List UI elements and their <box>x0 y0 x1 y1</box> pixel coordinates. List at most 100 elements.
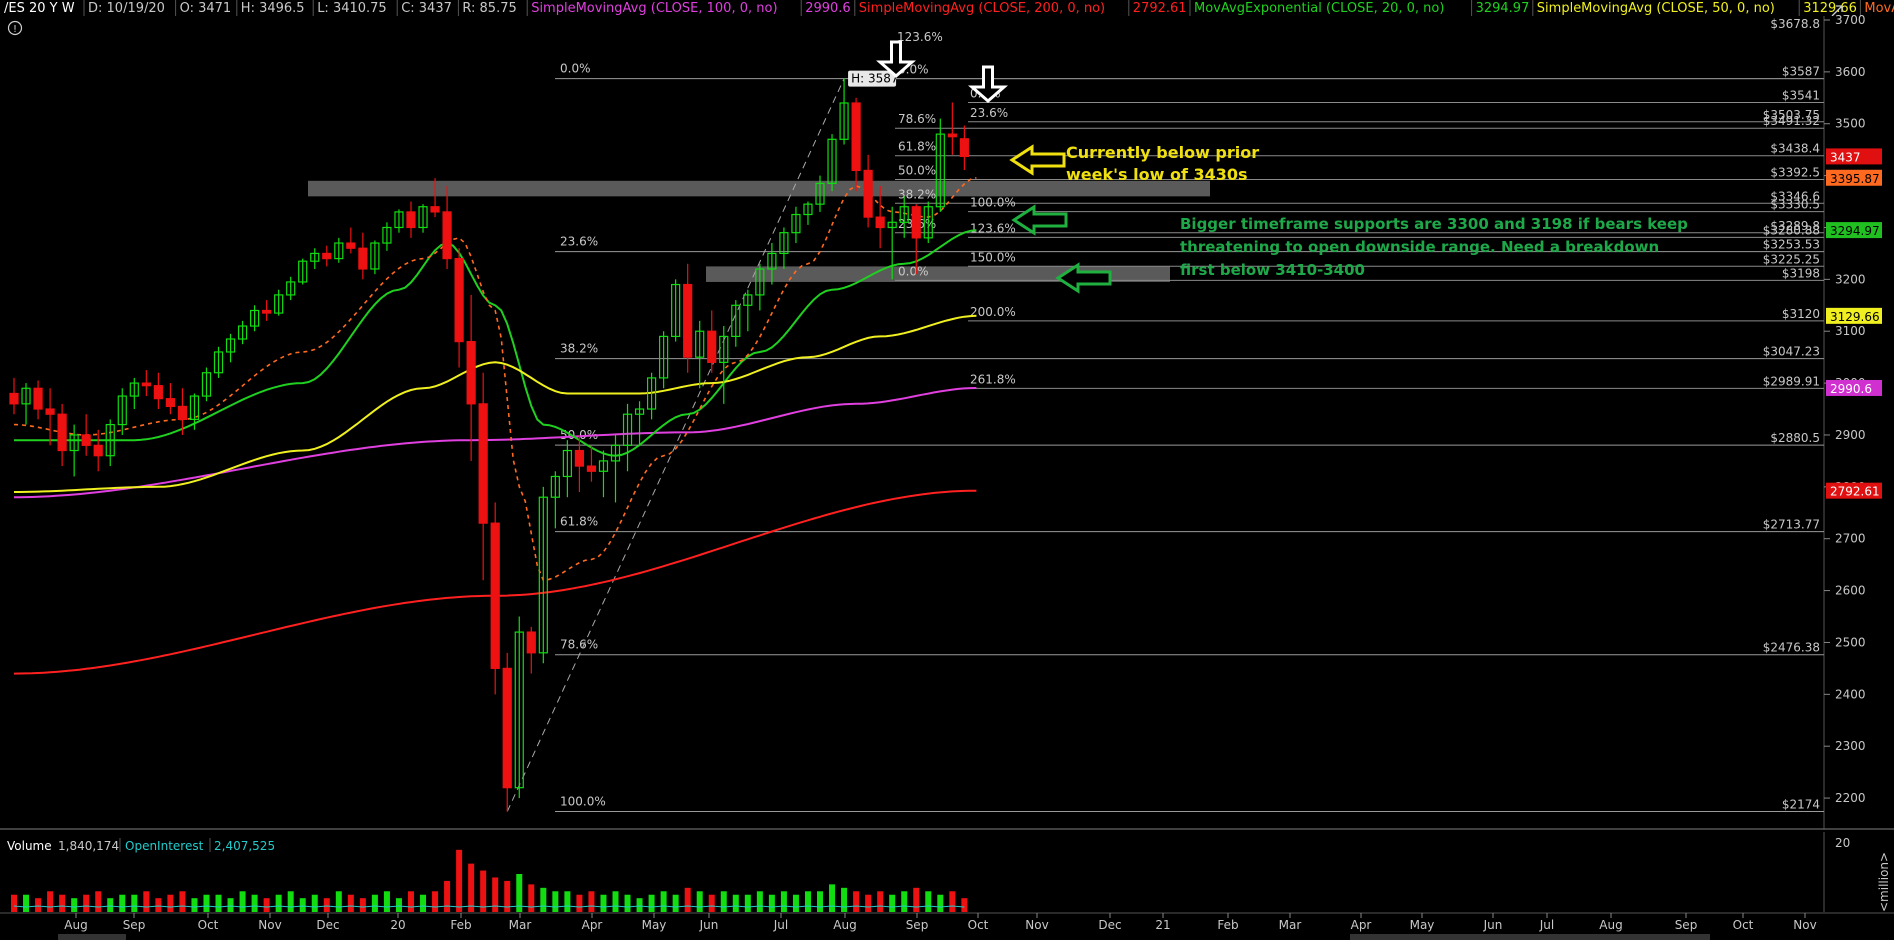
axis-price-badge-label: 3294.97 <box>1830 224 1880 238</box>
y-tick-label: 3100 <box>1835 324 1866 338</box>
price-level-label: $3541 <box>1782 88 1820 102</box>
price-level-label: $3047.23 <box>1763 345 1820 359</box>
volume-bar <box>780 891 787 912</box>
volume-bar <box>732 894 739 912</box>
volume-bar <box>155 898 162 912</box>
fib-sub-label: 50.0% <box>898 164 936 178</box>
volume-bar <box>528 884 535 912</box>
volume-bar <box>83 894 90 912</box>
volume-title: Volume <box>7 839 52 853</box>
volume-bar <box>47 891 54 912</box>
candle-body <box>851 102 861 172</box>
x-tick-label: Nov <box>1025 918 1048 932</box>
volume-bar <box>456 849 463 912</box>
header-item: SimpleMovingAvg (CLOSE, 100, 0, no) <box>531 1 777 16</box>
volume-bar <box>407 891 414 912</box>
volume-bar <box>804 891 811 912</box>
fib-ext-label: 100.0% <box>970 196 1016 210</box>
header-item: 2990.6 <box>805 1 851 16</box>
fib-ext-label: 150.0% <box>970 250 1016 264</box>
volume-bar <box>913 887 920 912</box>
x-tick-label: Sep <box>1675 918 1698 932</box>
volume-bar <box>744 894 751 912</box>
chart-background <box>0 0 1894 940</box>
volume-bar <box>937 894 944 912</box>
volume-bar <box>420 894 427 912</box>
volume-bar <box>59 894 66 912</box>
volume-bar <box>792 894 799 912</box>
annotation-yellow: Currently below prior <box>1066 143 1259 162</box>
x-tick-label: 20 <box>390 918 405 932</box>
volume-bar <box>215 894 222 912</box>
volume-bar <box>552 891 559 912</box>
header-item: O: 3471 <box>180 1 232 16</box>
volume-bar <box>167 894 174 912</box>
x-tick-label: Mar <box>509 918 532 932</box>
volume-bar <box>901 891 908 912</box>
volume-value: 1,840,174 <box>58 839 119 853</box>
header-item: 3294.97 <box>1476 1 1530 16</box>
fib-level-label: 100.0% <box>560 795 606 809</box>
volume-bar <box>95 891 102 912</box>
x-tick-label: Jul <box>773 918 788 932</box>
axis-price-badge-label: 3395.87 <box>1830 172 1880 186</box>
volume-bar <box>756 891 763 912</box>
volume-bar <box>239 891 246 912</box>
open-interest-label: OpenInterest <box>125 839 204 853</box>
x-tick-label: Oct <box>198 918 219 932</box>
price-level-label: $2713.77 <box>1763 518 1820 532</box>
price-level-label: $2476.38 <box>1763 641 1820 655</box>
price-level-label: $3280.88 <box>1763 223 1820 237</box>
candle-body <box>262 309 272 314</box>
y-tick-label: 3200 <box>1835 272 1866 286</box>
fib-sub-label: 0.0% <box>898 264 929 278</box>
volume-bar <box>263 898 270 912</box>
volume-bar <box>468 863 475 912</box>
candle-body <box>153 385 163 400</box>
fib-level-label: 61.8% <box>560 515 598 529</box>
price-chart[interactable]: /ES 20 Y W D: 10/19/20 O: 3471 H: 3496.5 L: … <box>0 0 1894 940</box>
volume-unit-label: <million> <box>1877 852 1891 912</box>
volume-bar <box>179 891 186 912</box>
volume-bar <box>251 894 258 912</box>
candle-body <box>959 138 969 158</box>
volume-bar <box>696 891 703 912</box>
header-item: SimpleMovingAvg (CLOSE, 50, 0, no) <box>1537 1 1775 16</box>
x-tick-label: Sep <box>906 918 929 932</box>
axis-price-badge-label: 2792.61 <box>1830 485 1880 499</box>
x-tick-label: Nov <box>258 918 281 932</box>
volume-bar <box>347 894 354 912</box>
volume-bar <box>444 880 451 912</box>
volume-bar <box>335 891 342 912</box>
candle-body <box>586 465 597 472</box>
volume-bar <box>299 898 306 912</box>
candle-body <box>165 398 175 408</box>
volume-bar <box>865 894 872 912</box>
candle-body <box>526 631 536 654</box>
y-tick-label: 2400 <box>1835 687 1866 701</box>
volume-bar <box>949 891 956 912</box>
header-item: L: 3410.75 <box>317 1 387 16</box>
fib-sub-label: 61.8% <box>898 140 936 154</box>
price-level-label: $3392.5 <box>1770 166 1820 180</box>
x-tick-label: Sep <box>123 918 146 932</box>
volume-bar <box>817 891 824 912</box>
volume-bar <box>841 887 848 912</box>
header-item: 2792.61 <box>1133 1 1187 16</box>
volume-bar <box>35 898 42 912</box>
volume-bar <box>925 891 932 912</box>
fib-ext-label: 23.6% <box>970 106 1008 120</box>
candle-body <box>454 258 464 343</box>
volume-bar <box>203 894 210 912</box>
fib-level-label: 123.6% <box>897 30 943 44</box>
volume-bar <box>600 894 607 912</box>
volume-bar <box>287 891 294 912</box>
candle-body <box>947 133 957 138</box>
candle-body <box>45 408 55 415</box>
x-tick-label: Apr <box>582 918 603 932</box>
fib-level-label: 0.0% <box>560 62 591 76</box>
header-item: /ES 20 Y W <box>4 1 75 16</box>
fib-level-label: 23.6% <box>560 235 598 249</box>
volume-bar <box>143 891 150 912</box>
volume-bar <box>359 898 366 912</box>
